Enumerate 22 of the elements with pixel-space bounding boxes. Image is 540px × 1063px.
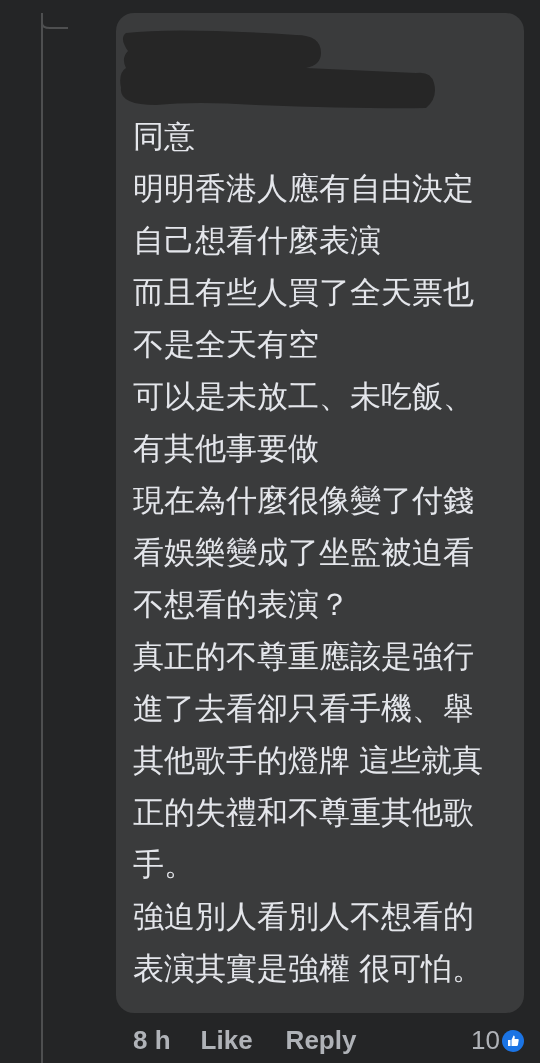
comment-text-line: 正的失禮和不尊重其他歌	[133, 794, 475, 832]
comment-text-line: 真正的不尊重應該是強行	[133, 638, 475, 676]
reply-link[interactable]: Reply	[285, 1021, 357, 1060]
comment-text-line: 自己想看什麼表演	[133, 222, 382, 260]
comment-text-line: 有其他事要做	[133, 430, 320, 468]
comment-text-line: 進了去看卻只看手機、舉	[133, 690, 475, 728]
comment-text-line: 現在為什麼很像變了付錢	[133, 482, 475, 520]
comment-text-line: 看娛樂變成了坐監被迫看	[133, 534, 475, 572]
comment-text-line: 同意	[133, 118, 196, 156]
comment-text-line: 不是全天有空	[133, 326, 320, 364]
comment-text-line: 明明香港人應有自由決定	[133, 170, 475, 208]
comment-text-line: 表演其實是強權 很可怕。	[133, 950, 484, 988]
comment-text-line: 手。	[133, 846, 196, 884]
comment-text-line: 其他歌手的燈牌 這些就真	[133, 742, 484, 780]
like-link[interactable]: Like	[200, 1021, 253, 1060]
reaction-count: 10	[471, 1024, 500, 1057]
comment-text-line: 可以是未放工、未吃飯、	[133, 378, 475, 416]
comment-text-line: 強迫別人看別人不想看的	[133, 898, 475, 936]
thumbs-up-icon	[502, 1029, 524, 1052]
comment-text-line: 而且有些人買了全天票也	[133, 274, 475, 312]
comment-text-line: 不想看的表演？	[133, 586, 351, 624]
timestamp: 8 h	[133, 1024, 171, 1057]
